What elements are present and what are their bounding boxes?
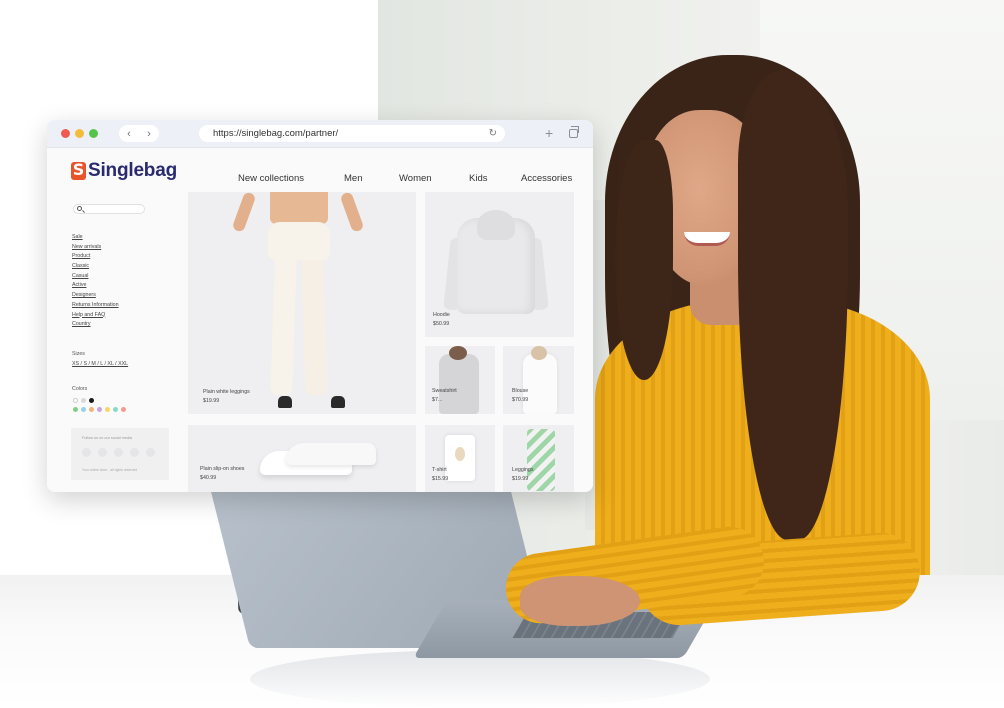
product-card-hoodie[interactable]: Hoodie $50.99 — [425, 192, 574, 337]
sidebar-link-help[interactable]: Help and FAQ — [72, 312, 119, 322]
copyright-text: Your online store - all rights reserved — [82, 468, 138, 472]
color-swatch[interactable] — [97, 407, 102, 412]
sidebar-link-product[interactable]: Product — [72, 253, 119, 263]
model-arm — [339, 192, 365, 233]
chevron-right-icon[interactable]: › — [147, 128, 151, 140]
product-name: Sweatshirt — [432, 388, 457, 394]
color-swatch[interactable] — [113, 407, 118, 412]
blouse-image — [523, 354, 557, 414]
product-card-blouse[interactable]: Blouse $70.99 — [503, 346, 574, 414]
color-swatch[interactable] — [81, 407, 86, 412]
model-shoe — [278, 396, 292, 408]
sidebar-link-returns[interactable]: Returns Information — [72, 302, 119, 312]
social-follow-text: Follow us on our social media — [82, 436, 133, 440]
product-card-striped-leggings[interactable]: Leggings $19.99 — [503, 425, 574, 492]
sidebar-link-classic[interactable]: Classic — [72, 263, 119, 273]
address-bar[interactable]: https://singlebag.com/partner/ ↻ — [199, 125, 505, 142]
product-price: $40.99 — [200, 475, 217, 481]
nav-accessories[interactable]: Accessories — [521, 173, 572, 184]
color-swatch[interactable] — [81, 398, 86, 403]
history-nav: ‹ › — [119, 125, 159, 142]
reload-icon[interactable]: ↻ — [489, 125, 497, 142]
sidebar-links: Sale New arrivals Product Classic Casual… — [72, 234, 119, 331]
product-card-shoes[interactable]: Plain slip-on shoes $40.99 — [188, 425, 416, 492]
product-name: Hoodie — [433, 312, 450, 318]
search-icon — [77, 206, 82, 211]
product-price: $19.99 — [203, 398, 220, 404]
brand-name: Singlebag — [88, 160, 177, 181]
color-swatch[interactable] — [121, 407, 126, 412]
maximize-window-dot[interactable] — [89, 129, 98, 138]
tabs-icon[interactable] — [569, 126, 579, 138]
url-text: https://singlebag.com/partner/ — [213, 128, 339, 139]
product-name: Leggings — [512, 467, 534, 473]
color-swatch[interactable] — [73, 407, 78, 412]
color-swatch[interactable] — [105, 407, 110, 412]
product-name: Blouse — [512, 388, 529, 394]
color-swatch[interactable] — [89, 407, 94, 412]
nav-new-collections[interactable]: New collections — [238, 173, 304, 184]
shoe-image — [286, 443, 376, 465]
color-swatch[interactable] — [73, 398, 78, 403]
social-icon[interactable] — [114, 448, 123, 457]
sidebar-link-country[interactable]: Country — [72, 321, 119, 331]
model-waist — [270, 192, 328, 224]
browser-window: ‹ › https://singlebag.com/partner/ ↻ + S… — [47, 120, 593, 492]
product-price: $19.99 — [512, 476, 529, 482]
hoodie-hood — [477, 210, 515, 240]
model-head — [531, 346, 547, 360]
sidebar-footer: Follow us on our social media Your onlin… — [71, 428, 169, 480]
woman-smile — [684, 232, 730, 246]
leggings-hips — [268, 222, 330, 260]
store-page: Singlebag New collections Men Women Kids… — [47, 148, 593, 492]
leggings-image — [527, 429, 555, 491]
product-price: $15.99 — [432, 476, 449, 482]
close-window-dot[interactable] — [61, 129, 70, 138]
sizes-heading: Sizes — [72, 351, 85, 357]
product-name: T-shirt — [432, 467, 447, 473]
product-card-tshirt[interactable]: T-shirt $15.99 — [425, 425, 495, 492]
model-arm — [231, 192, 257, 233]
model-head — [449, 346, 467, 360]
product-name: Plain white leggings — [203, 389, 250, 395]
product-price: $70.99 — [512, 397, 529, 403]
desk-reflection — [250, 650, 710, 708]
minimize-window-dot[interactable] — [75, 129, 84, 138]
product-card-sweatshirt[interactable]: Sweatshirt $7... — [425, 346, 495, 414]
plus-icon[interactable]: + — [545, 125, 553, 141]
brand-logo[interactable]: Singlebag — [71, 160, 177, 182]
sidebar-link-active[interactable]: Active — [72, 282, 119, 292]
logo-mark-icon — [71, 160, 86, 180]
sidebar-link-designers[interactable]: Designers — [72, 292, 119, 302]
nav-kids[interactable]: Kids — [469, 173, 487, 184]
woman-hand — [520, 576, 640, 626]
product-card-leggings[interactable]: Plain white leggings $19.99 — [188, 192, 416, 414]
sidebar-link-new-arrivals[interactable]: New arrivals — [72, 244, 119, 254]
social-icon[interactable] — [82, 448, 91, 457]
tshirt-print — [455, 447, 465, 461]
nav-women[interactable]: Women — [399, 173, 432, 184]
chevron-left-icon[interactable]: ‹ — [127, 128, 131, 140]
social-icon[interactable] — [146, 448, 155, 457]
nav-men[interactable]: Men — [344, 173, 362, 184]
product-name: Plain slip-on shoes — [200, 466, 245, 472]
sidebar-link-casual[interactable]: Casual — [72, 273, 119, 283]
colors-heading: Colors — [72, 386, 88, 392]
product-price: $50.99 — [433, 321, 450, 327]
color-swatch[interactable] — [89, 398, 94, 403]
sidebar-link-sale[interactable]: Sale — [72, 234, 119, 244]
search-input[interactable] — [73, 204, 145, 214]
product-price: $7... — [432, 397, 443, 403]
browser-toolbar: ‹ › https://singlebag.com/partner/ ↻ + — [47, 120, 593, 148]
social-icon[interactable] — [98, 448, 107, 457]
social-icon[interactable] — [130, 448, 139, 457]
size-filter[interactable]: XS / S / M / L / XL / XXL — [72, 361, 128, 367]
woman-hair-strand — [615, 140, 673, 380]
model-shoe — [331, 396, 345, 408]
sweatshirt-image — [439, 354, 479, 414]
